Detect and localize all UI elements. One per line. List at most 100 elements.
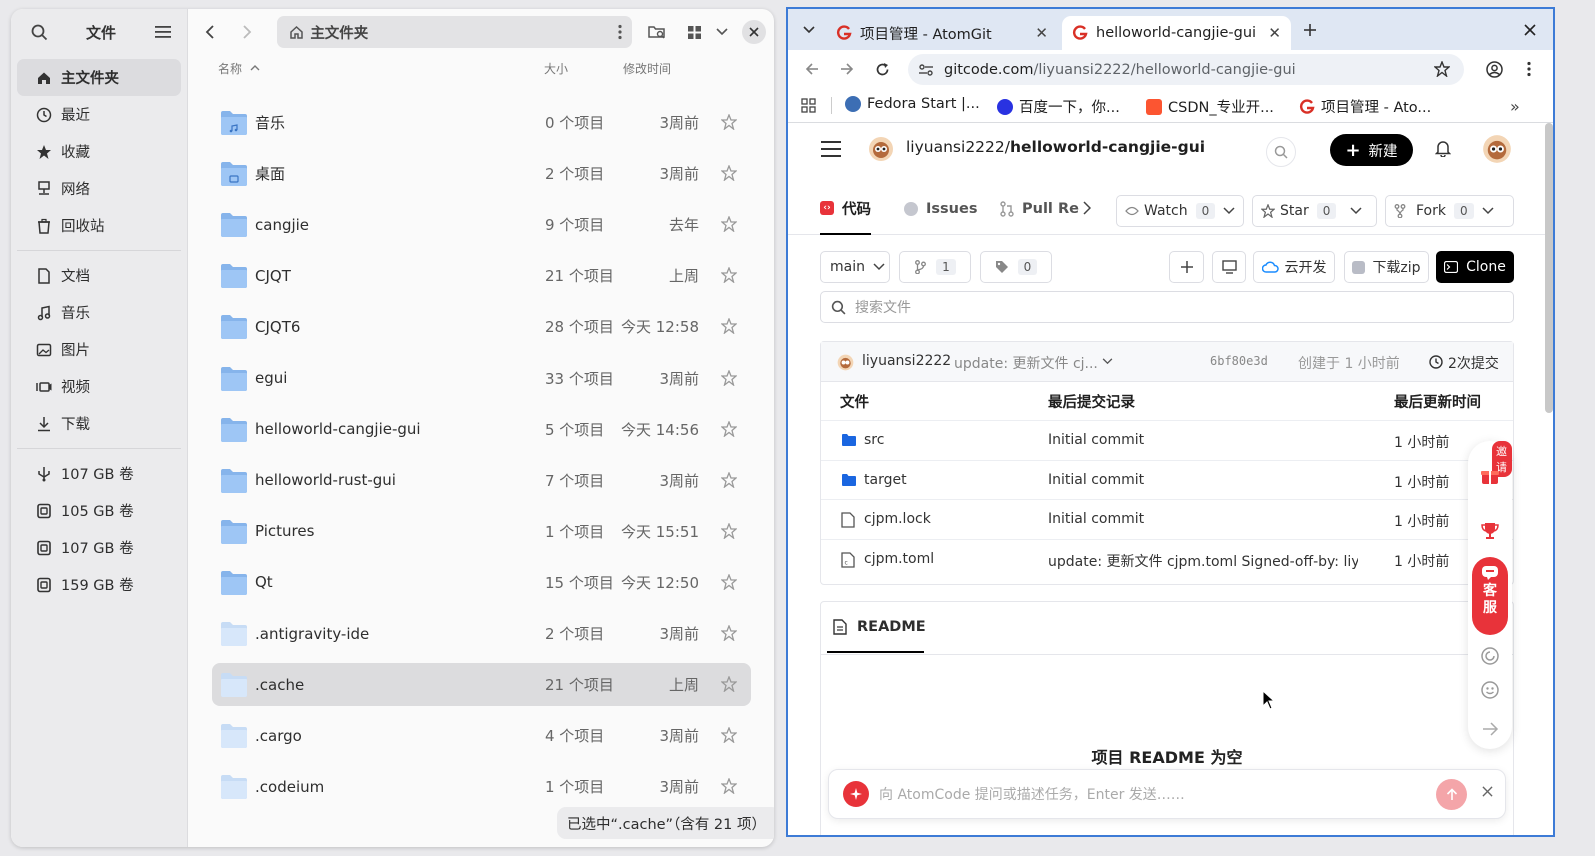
commit-author[interactable]: liyuansi2222 <box>862 353 951 369</box>
bookmark-star-icon[interactable] <box>1434 61 1450 77</box>
file-commit[interactable]: Initial commit <box>1048 511 1144 527</box>
star-outline-icon[interactable] <box>721 625 737 641</box>
file-row[interactable]: 音乐 0 个项目 3周前 <box>212 101 751 144</box>
file-commit[interactable]: Initial commit <box>1048 472 1144 488</box>
star-outline-icon[interactable] <box>721 318 737 335</box>
star-outline-icon[interactable] <box>721 778 737 795</box>
file-row[interactable]: .codeium 1 个项目 3周前 <box>212 765 751 808</box>
branch-select[interactable]: main <box>820 251 890 283</box>
back-arrow-icon[interactable] <box>798 55 826 83</box>
folder-search-icon[interactable] <box>643 18 671 46</box>
watch-button[interactable]: Watch 0 <box>1116 195 1244 227</box>
bookmark-csdn[interactable]: CSDN_专业开... <box>1146 96 1274 117</box>
table-row[interactable]: c cjpm.toml update: 更新文件 cjpm.toml Signe… <box>821 538 1513 578</box>
sidebar-item-folders-3[interactable]: 视频 <box>17 368 181 405</box>
file-commit[interactable]: Initial commit <box>1048 432 1144 448</box>
star-outline-icon[interactable] <box>721 267 737 284</box>
tab-helloworld[interactable]: helloworld-cangjie-gui ✕ <box>1062 16 1291 50</box>
gift-icon[interactable] <box>1480 467 1500 485</box>
star-outline-icon[interactable] <box>721 676 737 693</box>
chevron-down-icon[interactable] <box>1102 358 1113 365</box>
cloud-dev-button[interactable]: 云开发 <box>1253 251 1335 283</box>
bookmark-baidu[interactable]: 百度一下，你... <box>997 96 1120 117</box>
tab-close-icon[interactable]: ✕ <box>1268 24 1281 42</box>
send-arrow-icon[interactable] <box>1436 779 1467 810</box>
more-vertical-icon[interactable] <box>618 24 622 40</box>
grid-view-icon[interactable] <box>681 18 709 46</box>
file-row[interactable]: 桌面 2 个项目 3周前 <box>212 152 751 195</box>
file-row[interactable]: .antigravity-ide 2 个项目 3周前 <box>212 612 751 655</box>
file-name[interactable]: target <box>864 472 907 488</box>
star-outline-icon[interactable] <box>721 522 737 539</box>
file-row[interactable]: Qt 15 个项目 今天 12:50 <box>212 561 751 604</box>
tags-button[interactable]: 0 <box>980 251 1052 283</box>
back-arrow-icon[interactable] <box>196 18 224 46</box>
repo-path[interactable]: liyuansi2222/helloworld-cangjie-gui <box>906 138 1205 156</box>
close-browser-icon[interactable] <box>1516 16 1544 44</box>
bookmark-atomgit[interactable]: 项目管理 - Ato... <box>1299 96 1431 117</box>
sidebar-item-folders-4[interactable]: 下载 <box>17 405 181 442</box>
site-info-icon[interactable] <box>918 63 934 77</box>
smiley-icon[interactable] <box>1481 681 1499 699</box>
url-field[interactable]: gitcode.com/liyuansi2222/helloworld-cang… <box>908 54 1464 85</box>
column-name[interactable]: 名称 <box>218 60 242 77</box>
collapse-arrow-icon[interactable] <box>1481 721 1499 737</box>
download-zip-button[interactable]: 下载zip <box>1344 251 1429 283</box>
close-window-button[interactable] <box>742 20 766 44</box>
new-button[interactable]: + 新建 <box>1330 134 1413 166</box>
file-row[interactable]: .cache 21 个项目 上周 <box>212 663 751 707</box>
sidebar-item-volumes-1[interactable]: 105 GB 卷 <box>17 492 181 529</box>
customer-service-button[interactable]: 客服 <box>1472 557 1508 635</box>
sidebar-item-volumes-2[interactable]: 107 GB 卷 <box>17 529 181 566</box>
new-tab-plus-icon[interactable] <box>1296 16 1324 44</box>
tab-atomgit[interactable]: 项目管理 - AtomGit ✕ <box>826 16 1058 50</box>
sidebar-item-places-1[interactable]: 最近 <box>17 96 181 133</box>
star-outline-icon[interactable] <box>721 165 737 182</box>
file-row[interactable]: egui 33 个项目 3周前 <box>212 357 751 400</box>
path-bar[interactable]: 主文件夹 <box>277 16 633 48</box>
sidebar-item-places-4[interactable]: 回收站 <box>17 207 181 244</box>
branches-button[interactable]: 1 <box>899 251 971 283</box>
fork-button[interactable]: Fork 0 <box>1385 195 1514 227</box>
trophy-icon[interactable] <box>1480 521 1500 541</box>
sidebar-item-folders-1[interactable]: 音乐 <box>17 294 181 331</box>
file-row[interactable]: CJQT6 28 个项目 今天 12:58 <box>212 305 751 348</box>
file-row[interactable]: helloworld-rust-gui 7 个项目 3周前 <box>212 459 751 502</box>
profile-icon[interactable] <box>1480 55 1508 83</box>
search-icon[interactable] <box>1266 137 1296 167</box>
browser-menu-icon[interactable] <box>1515 55 1543 83</box>
file-row[interactable]: .cargo 4 个项目 3周前 <box>212 714 751 757</box>
tab-pull-requests[interactable]: Pull Re <box>1000 183 1088 235</box>
commit-hash[interactable]: 6bf80e3d <box>1210 354 1268 368</box>
forward-arrow-icon[interactable] <box>234 18 262 46</box>
file-commit[interactable]: update: 更新文件 cjpm.toml Signed-off-by: li… <box>1048 551 1358 571</box>
commit-count[interactable]: 2次提交 <box>1448 353 1499 373</box>
close-chat-icon[interactable] <box>1482 786 1493 797</box>
table-row[interactable]: cjpm.lock Initial commit 1 小时前 <box>821 499 1513 538</box>
file-name[interactable]: src <box>864 432 884 448</box>
tab-code[interactable]: ‹› 代码 <box>820 183 871 235</box>
star-outline-icon[interactable] <box>721 216 737 233</box>
file-search-input[interactable]: 搜索文件 <box>820 291 1514 323</box>
chevron-down-icon[interactable] <box>709 18 737 46</box>
sidebar-item-volumes-0[interactable]: 107 GB 卷 <box>17 455 181 492</box>
star-outline-icon[interactable] <box>721 420 737 437</box>
file-row[interactable]: cangjie 9 个项目 去年 <box>212 203 751 246</box>
file-name[interactable]: cjpm.toml <box>864 551 934 567</box>
apps-grid-icon[interactable] <box>801 98 816 113</box>
sidebar-item-folders-2[interactable]: 图片 <box>17 331 181 368</box>
refresh-circle-icon[interactable] <box>1481 647 1499 665</box>
bell-icon[interactable] <box>1435 139 1451 157</box>
sidebar-item-places-0[interactable]: 主文件夹 <box>17 59 181 96</box>
user-avatar[interactable] <box>1482 134 1512 164</box>
file-name[interactable]: cjpm.lock <box>864 511 931 527</box>
search-icon[interactable] <box>25 18 53 46</box>
hamburger-menu-icon[interactable] <box>821 140 841 158</box>
bookmark-fedora[interactable]: Fedora Start |... <box>845 96 980 112</box>
star-button[interactable]: Star 0 <box>1252 195 1377 227</box>
tab-list-chevron-icon[interactable] <box>795 16 823 44</box>
hamburger-menu-icon[interactable] <box>149 18 177 46</box>
star-outline-icon[interactable] <box>721 471 737 488</box>
tab-close-icon[interactable]: ✕ <box>1035 24 1048 42</box>
author-avatar[interactable] <box>837 354 854 371</box>
